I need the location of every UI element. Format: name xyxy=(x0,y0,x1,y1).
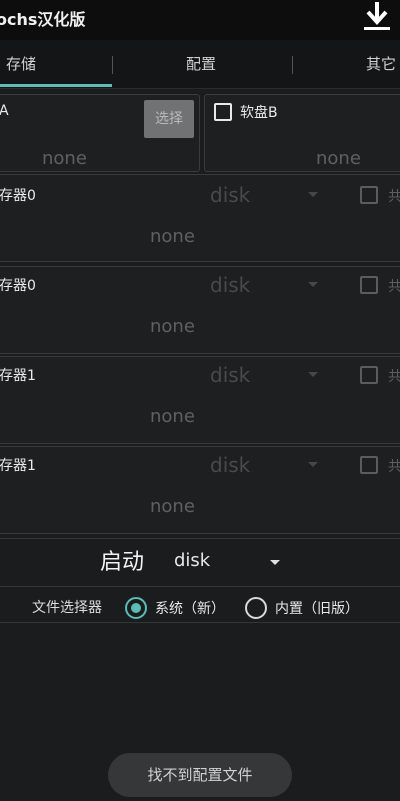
drive-value[interactable]: none xyxy=(150,496,195,517)
config-not-found-button[interactable]: 找不到配置文件 xyxy=(108,753,292,797)
tab-separator xyxy=(112,56,113,74)
drive-label: 存器1 xyxy=(0,368,36,384)
floppy-b-checkbox[interactable] xyxy=(214,103,232,121)
drive-value[interactable]: none xyxy=(150,226,195,247)
chevron-down-icon xyxy=(308,282,318,287)
drive-label: 存器0 xyxy=(0,188,36,204)
tab-config[interactable]: 配置 xyxy=(186,40,216,88)
drive-value[interactable]: none xyxy=(150,316,195,337)
section-divider xyxy=(0,586,400,587)
drive-type-select[interactable]: disk xyxy=(210,183,250,207)
drive-share-label: 共 xyxy=(388,189,400,205)
floppy-a-choose-button[interactable]: 选择 xyxy=(144,100,194,138)
drive-card xyxy=(0,266,400,354)
floppy-a-value[interactable]: none xyxy=(42,148,87,169)
drive-type-select[interactable]: disk xyxy=(210,363,250,387)
chevron-down-icon xyxy=(308,192,318,197)
radio-builtin[interactable] xyxy=(245,597,267,619)
drive-share-checkbox[interactable] xyxy=(360,186,378,204)
boot-label: 启动 xyxy=(100,550,145,575)
drive-share-checkbox[interactable] xyxy=(360,276,378,294)
drive-label: 存器1 xyxy=(0,458,36,474)
tab-bar: 存储 配置 其它 xyxy=(0,40,400,89)
drive-type-select[interactable]: disk xyxy=(210,273,250,297)
app-bar: ochs汉化版 xyxy=(0,0,400,41)
drive-label: 存器0 xyxy=(0,278,36,294)
drive-share-label: 共 xyxy=(388,369,400,385)
section-divider xyxy=(0,538,400,539)
drive-share-checkbox[interactable] xyxy=(360,366,378,384)
chevron-down-icon xyxy=(308,372,318,377)
radio-system-label[interactable]: 系统（新） xyxy=(155,598,225,618)
tab-other[interactable]: 其它 xyxy=(366,40,396,88)
download-icon[interactable] xyxy=(360,0,394,34)
drive-card xyxy=(0,356,400,444)
floppy-b-value[interactable]: none xyxy=(316,148,361,169)
drive-share-label: 共 xyxy=(388,459,400,475)
radio-builtin-label[interactable]: 内置（旧版） xyxy=(275,598,359,618)
floppy-a-label: A xyxy=(0,103,9,119)
drive-type-select[interactable]: disk xyxy=(210,453,250,477)
drive-card xyxy=(0,446,400,534)
drive-value[interactable]: none xyxy=(150,406,195,427)
boot-select[interactable]: disk xyxy=(174,550,210,571)
app-title: ochs汉化版 xyxy=(0,10,86,29)
active-tab-indicator xyxy=(0,84,112,87)
section-divider xyxy=(0,622,400,623)
file-selector-label: 文件选择器 xyxy=(32,600,102,616)
radio-system[interactable] xyxy=(125,597,147,619)
drive-card xyxy=(0,174,400,262)
floppy-b-card xyxy=(204,94,400,172)
drive-share-checkbox[interactable] xyxy=(360,456,378,474)
tab-separator xyxy=(292,56,293,74)
floppy-b-label: 软盘B xyxy=(240,105,278,121)
drive-share-label: 共 xyxy=(388,279,400,295)
chevron-down-icon xyxy=(308,462,318,467)
tab-storage[interactable]: 存储 xyxy=(6,40,36,88)
chevron-down-icon[interactable] xyxy=(270,560,280,565)
